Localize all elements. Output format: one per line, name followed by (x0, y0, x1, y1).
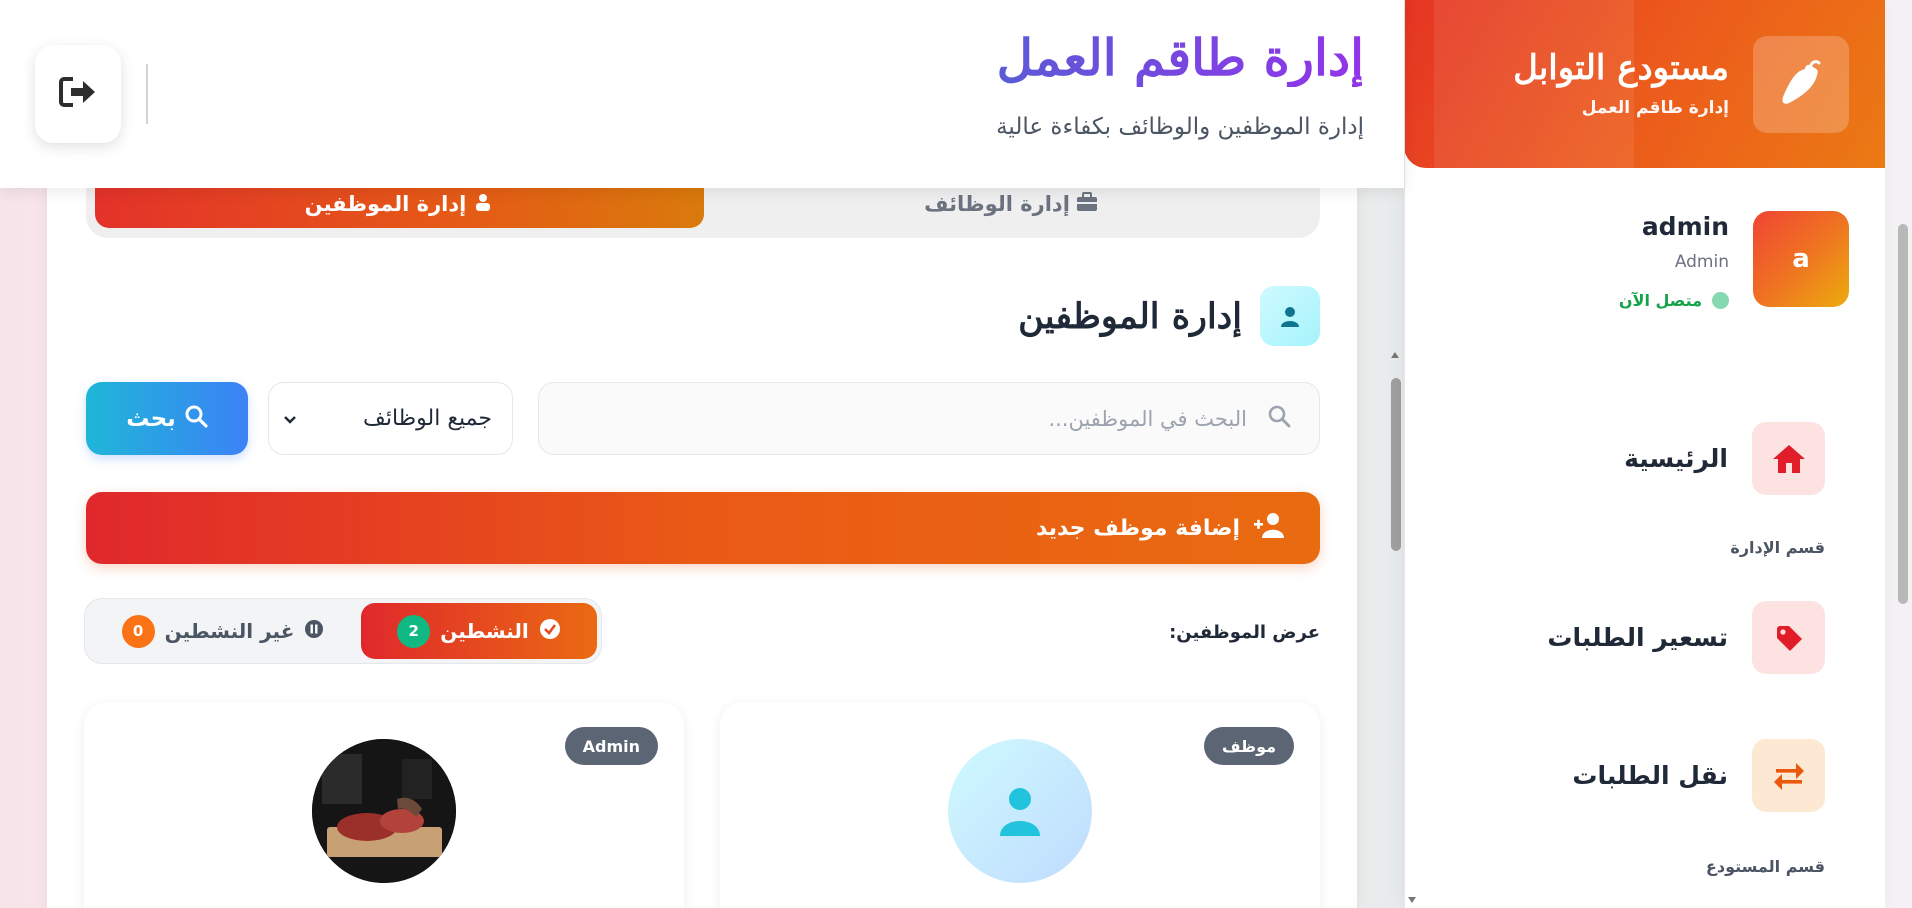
search-button-label: بحث (126, 405, 176, 432)
header-divider (146, 64, 148, 124)
employee-card[interactable]: Admin (84, 702, 684, 908)
role-badge: موظف (1203, 727, 1294, 765)
filter-selected-value: جميع الوظائف (363, 406, 492, 431)
user-plus-icon (1254, 512, 1286, 544)
section-title: إدارة الموظفين (1018, 295, 1242, 337)
check-circle-icon (539, 618, 561, 645)
tab-jobs-label: إدارة الوظائف (924, 192, 1070, 216)
sidebar-item-home[interactable]: الرئيسية (1624, 422, 1825, 495)
job-filter-select[interactable]: جميع الوظائف (268, 382, 513, 455)
role-badge: Admin (564, 727, 658, 765)
user-icon (1260, 286, 1320, 346)
pause-circle-icon (304, 619, 324, 644)
scroll-down-arrow-icon[interactable] (1406, 895, 1418, 905)
search-button[interactable]: بحث (86, 382, 248, 455)
brand-title: مستودع التوابل (1513, 48, 1729, 88)
sidebar-item-pricing[interactable]: تسعير الطلبات (1547, 601, 1825, 674)
tab-employees-label: إدارة الموظفين (304, 192, 467, 216)
swap-arrows-icon (1752, 739, 1825, 812)
add-employee-button[interactable]: إضافة موظف جديد (86, 492, 1320, 564)
page-title: إدارة طاقم العمل (996, 28, 1364, 87)
employee-photo (312, 739, 456, 883)
status-dot-icon (1712, 292, 1729, 309)
sidebar-item-label: تسعير الطلبات (1547, 623, 1728, 652)
home-icon (1752, 422, 1825, 495)
sidebar: مستودع التوابل إدارة طاقم العمل a admin … (1404, 0, 1885, 908)
logout-button[interactable] (35, 45, 121, 143)
sidebar-scrollbar-thumb[interactable] (1898, 224, 1908, 604)
employee-card[interactable]: موظف (720, 702, 1320, 908)
user-status: متصل الآن (1619, 291, 1729, 310)
view-label: عرض الموظفين: (1169, 622, 1320, 643)
toggle-inactive-employees[interactable]: غير النشطين 0 (113, 603, 333, 659)
chili-pepper-icon (1753, 36, 1849, 133)
section-label-warehouse: قسم المستودع (1705, 857, 1825, 876)
sidebar-item-label: نقل الطلبات (1572, 761, 1728, 790)
scroll-up-arrow-icon[interactable] (1389, 350, 1401, 360)
tag-icon (1752, 601, 1825, 674)
inactive-label: غير النشطين (164, 619, 295, 643)
add-employee-label: إضافة موظف جديد (1036, 515, 1240, 541)
chevron-down-icon (283, 406, 297, 431)
search-icon (1267, 404, 1291, 433)
user-status-text: متصل الآن (1618, 291, 1702, 310)
search-icon (184, 404, 208, 434)
brand-header: مستودع التوابل إدارة طاقم العمل (1405, 0, 1885, 220)
user-name: admin (1641, 212, 1729, 241)
inactive-count-badge: 0 (121, 614, 155, 648)
section-header: إدارة الموظفين (1018, 286, 1320, 346)
active-count-badge: 2 (397, 614, 431, 648)
employees-panel: إدارة الوظائف إدارة الموظفين إدارة الموظ… (47, 150, 1357, 908)
active-label: النشطين (440, 619, 529, 643)
page-header: إدارة طاقم العمل إدارة الموظفين والوظائف… (0, 0, 1404, 188)
status-toggle: النشطين 2 غير النشطين 0 (84, 598, 602, 664)
users-icon (472, 192, 494, 216)
briefcase-icon (1076, 191, 1098, 217)
section-label-admin: قسم الإدارة (1730, 538, 1825, 557)
user-role: Admin (1674, 252, 1729, 272)
default-avatar-icon (948, 739, 1092, 883)
page-subtitle: إدارة الموظفين والوظائف بكفاءة عالية (996, 114, 1364, 140)
sidebar-item-transfer[interactable]: نقل الطلبات (1572, 739, 1825, 812)
logout-icon (59, 76, 97, 112)
brand-subtitle: إدارة طاقم العمل (1581, 98, 1729, 118)
sidebar-item-label: الرئيسية (1624, 444, 1728, 473)
toggle-active-employees[interactable]: النشطين 2 (361, 603, 597, 659)
search-input[interactable]: البحث في الموظفين... (538, 382, 1320, 455)
main-scrollbar-thumb[interactable] (1391, 378, 1401, 551)
search-placeholder: البحث في الموظفين... (1048, 406, 1247, 431)
app-root: إدارة الوظائف إدارة الموظفين إدارة الموظ… (0, 0, 1912, 908)
avatar[interactable]: a (1753, 211, 1849, 307)
management-tabs: إدارة الوظائف إدارة الموظفين (86, 180, 1320, 238)
